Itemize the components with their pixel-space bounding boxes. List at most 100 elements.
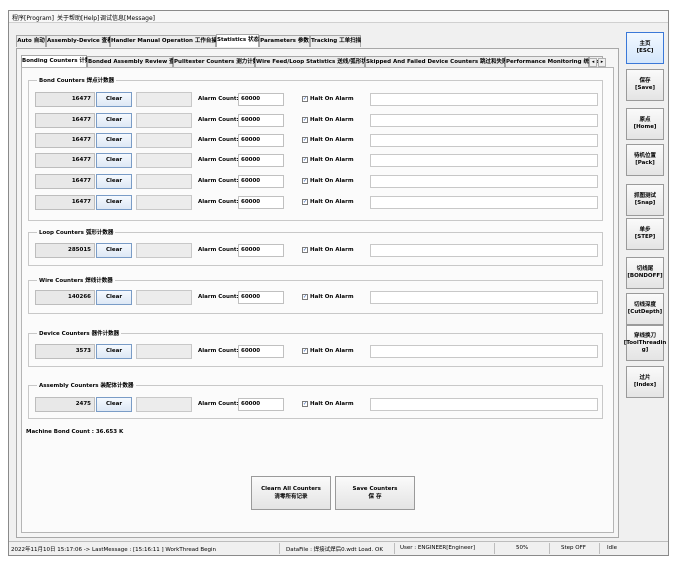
clear-button[interactable]: Clear xyxy=(96,174,132,189)
button-key: [Snap] xyxy=(634,200,656,206)
counter-value: 140266 xyxy=(35,290,95,305)
counter-value: 285015 xyxy=(35,243,95,258)
tool-threading-button[interactable]: 穿线换刀 [ToolThreadin g] xyxy=(624,325,666,361)
counter-note-field[interactable] xyxy=(370,345,598,358)
halt-on-alarm-label: Halt On Alarm xyxy=(310,96,354,102)
clear-button[interactable]: Clear xyxy=(96,153,132,168)
button-key: [Save] xyxy=(634,85,655,91)
halt-on-alarm-checkbox[interactable]: ✓ xyxy=(302,96,308,102)
halt-on-alarm-checkbox[interactable]: ✓ xyxy=(302,199,308,205)
counter-note-field[interactable] xyxy=(370,114,598,127)
counter-display xyxy=(136,195,192,210)
status-divider xyxy=(549,543,550,554)
counter-note-field[interactable] xyxy=(370,134,598,147)
halt-on-alarm-checkbox[interactable]: ✓ xyxy=(302,137,308,143)
button-label: Clearn All Counters xyxy=(261,486,321,492)
counter-value: 16477 xyxy=(35,92,95,107)
status-bar: 2022年11月10日 15:17:06 -> LastMessage : [1… xyxy=(9,541,668,555)
step-button[interactable]: 单步 [STEP] xyxy=(626,218,664,250)
tab-handler-manual[interactable]: Handler Manual Operation 工作台操作 xyxy=(110,35,222,47)
clear-button[interactable]: Clear xyxy=(96,113,132,128)
button-label: 穿线换刀 xyxy=(633,332,656,339)
tab-parameters[interactable]: Parameters 参数 xyxy=(259,35,310,47)
clear-button[interactable]: Clear xyxy=(96,133,132,148)
counter-note-field[interactable] xyxy=(370,291,598,304)
alarm-count-input[interactable]: 60000 xyxy=(238,244,284,257)
alarm-count-input[interactable]: 60000 xyxy=(238,175,284,188)
origin-home-button[interactable]: 原点 [Home] xyxy=(626,108,664,140)
alarm-count-label: Alarm Count: xyxy=(198,96,239,102)
halt-on-alarm-checkbox[interactable]: ✓ xyxy=(302,401,308,407)
clear-button[interactable]: Clear xyxy=(96,195,132,210)
bond-off-button[interactable]: 切线尾 [BONDOFF] xyxy=(626,257,664,289)
status-divider xyxy=(494,543,495,554)
halt-on-alarm-checkbox[interactable]: ✓ xyxy=(302,348,308,354)
halt-on-alarm-checkbox[interactable]: ✓ xyxy=(302,247,308,253)
clear-button[interactable]: Clear xyxy=(96,243,132,258)
counter-value: 16477 xyxy=(35,133,95,148)
halt-on-alarm-checkbox[interactable]: ✓ xyxy=(302,117,308,123)
clear-button[interactable]: Clear xyxy=(96,92,132,107)
alarm-count-input[interactable]: 60000 xyxy=(238,114,284,127)
status-divider xyxy=(394,543,395,554)
counter-display xyxy=(136,174,192,189)
save-button[interactable]: 保存 [Save] xyxy=(626,69,664,101)
park-position-button[interactable]: 待机位置 [Pack] xyxy=(626,144,664,176)
button-label: 单步 xyxy=(639,227,651,233)
button-label: 待机位置 xyxy=(633,153,656,159)
tab-scroll-right-icon[interactable]: ▸ xyxy=(598,58,606,67)
status-datafile: DataFile : 焊接试焊后0.wdt Load. OK xyxy=(286,547,383,553)
button-key: [STEP] xyxy=(634,234,656,240)
status-divider xyxy=(279,543,280,554)
alarm-count-input[interactable]: 60000 xyxy=(238,345,284,358)
counter-note-field[interactable] xyxy=(370,244,598,257)
counter-note-field[interactable] xyxy=(370,154,598,167)
halt-on-alarm-label: Halt On Alarm xyxy=(310,247,354,253)
save-counters-button[interactable]: Save Counters 保 存 xyxy=(335,476,415,510)
button-label: 保存 xyxy=(639,78,651,84)
home-esc-button[interactable]: 主页 [ESC] xyxy=(626,32,664,64)
halt-on-alarm-checkbox[interactable]: ✓ xyxy=(302,157,308,163)
clear-button[interactable]: Clear xyxy=(96,344,132,359)
machine-bond-count: Machine Bond Count : 36.653 K xyxy=(26,429,124,435)
counter-note-field[interactable] xyxy=(370,398,598,411)
counter-display xyxy=(136,133,192,148)
alarm-count-input[interactable]: 60000 xyxy=(238,154,284,167)
halt-on-alarm-checkbox[interactable]: ✓ xyxy=(302,294,308,300)
cut-depth-button[interactable]: 切线深度 [CutDepth] xyxy=(626,293,664,325)
status-user: User : ENGINEER[Engineer] xyxy=(400,545,476,551)
snap-test-button[interactable]: 抓图测试 [Snap] xyxy=(626,184,664,216)
alarm-count-input[interactable]: 60000 xyxy=(238,134,284,147)
tab-assembly-device[interactable]: Assembly-Device 查看 xyxy=(46,35,113,47)
counter-value: 16477 xyxy=(35,174,95,189)
clear-all-counters-button[interactable]: Clearn All Counters 清零所有记录 xyxy=(251,476,331,510)
button-label: 抓图测试 xyxy=(633,193,656,199)
halt-on-alarm-label: Halt On Alarm xyxy=(310,117,354,123)
alarm-count-label: Alarm Count: xyxy=(198,348,239,354)
alarm-count-input[interactable]: 60000 xyxy=(238,291,284,304)
counter-note-field[interactable] xyxy=(370,175,598,188)
menu-message[interactable]: 调试信息[Message] xyxy=(100,13,155,22)
group-title: Wire Counters 焊线计数器 xyxy=(37,276,115,284)
counter-note-field[interactable] xyxy=(370,93,598,106)
halt-on-alarm-checkbox[interactable]: ✓ xyxy=(302,178,308,184)
index-button[interactable]: 过片 [Index] xyxy=(626,366,664,398)
alarm-count-label: Alarm Count: xyxy=(198,157,239,163)
halt-on-alarm-label: Halt On Alarm xyxy=(310,137,354,143)
alarm-count-input[interactable]: 60000 xyxy=(238,398,284,411)
button-label: Save Counters xyxy=(352,486,398,492)
tab-statistics[interactable]: Statistics 状态 xyxy=(216,34,259,47)
button-key: [Pack] xyxy=(635,160,655,166)
clear-button[interactable]: Clear xyxy=(96,290,132,305)
halt-on-alarm-label: Halt On Alarm xyxy=(310,401,354,407)
tab-tracking[interactable]: Tracking 工单扫描 xyxy=(310,35,361,47)
alarm-count-input[interactable]: 60000 xyxy=(238,196,284,209)
tab-auto[interactable]: Auto 自动 xyxy=(16,35,46,47)
tab-scroll-left-icon[interactable]: ◂ xyxy=(589,58,597,67)
counter-note-field[interactable] xyxy=(370,196,598,209)
menu-help[interactable]: 关于帮助[Help] xyxy=(57,13,99,22)
alarm-count-input[interactable]: 60000 xyxy=(238,93,284,106)
clear-button[interactable]: Clear xyxy=(96,397,132,412)
counter-value: 16477 xyxy=(35,195,95,210)
menu-program[interactable]: 程序[Program] xyxy=(12,13,54,22)
